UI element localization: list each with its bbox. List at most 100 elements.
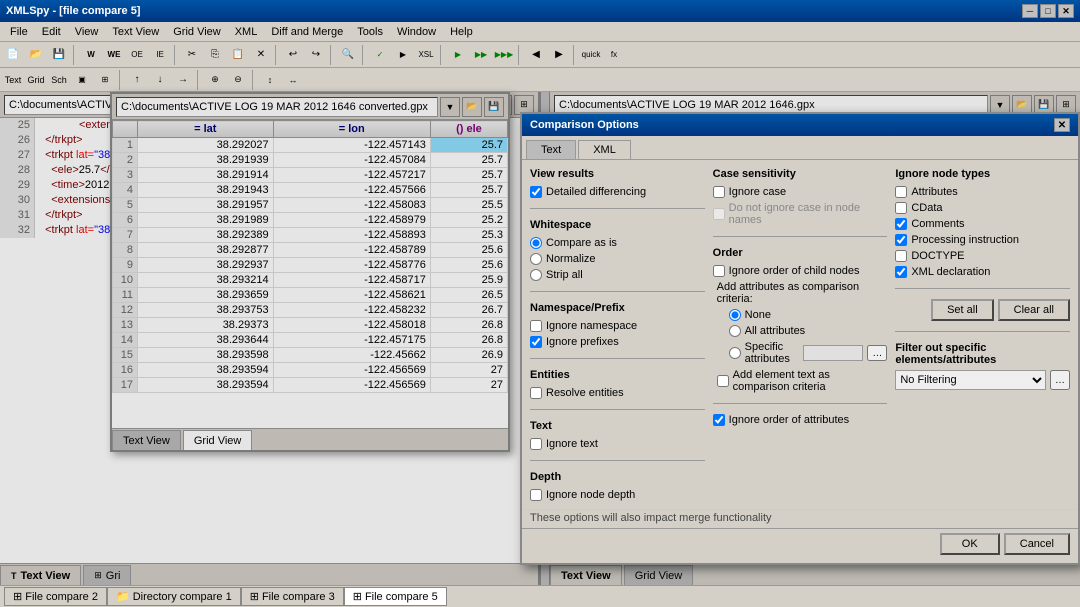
tb-save[interactable]: 💾 (48, 44, 70, 66)
menu-grid-view[interactable]: Grid View (167, 24, 226, 40)
none-label: None (745, 309, 771, 321)
dialog-close-button[interactable]: ✕ (1054, 118, 1070, 132)
filter-extra-btn[interactable]: … (1050, 370, 1070, 390)
compare-as-is-radio[interactable] (530, 237, 542, 249)
menu-text-view[interactable]: Text View (106, 24, 165, 40)
cdata-row: CData (895, 202, 1070, 214)
tab-file-compare-2[interactable]: ⊞ File compare 2 (4, 587, 107, 606)
processing-instruction-row: Processing instruction (895, 234, 1070, 246)
ignore-child-nodes-checkbox[interactable] (713, 265, 725, 277)
attributes-label: Attributes (911, 186, 957, 198)
cancel-button[interactable]: Cancel (1004, 533, 1070, 555)
tb2-schema[interactable]: Sch (48, 69, 70, 91)
tb2-b2[interactable]: ⊞ (94, 69, 116, 91)
tb-prev[interactable]: ◀ (525, 44, 547, 66)
strip-all-radio[interactable] (530, 269, 542, 281)
add-element-text-checkbox[interactable] (717, 375, 729, 387)
menu-window[interactable]: Window (391, 24, 442, 40)
tab-file-compare-5[interactable]: ⊞ File compare 5 (344, 587, 447, 606)
tb-new[interactable]: 📄 (2, 44, 24, 66)
tb2-b4[interactable]: ↓ (149, 69, 171, 91)
cdata-checkbox[interactable] (895, 202, 907, 214)
ok-button[interactable]: OK (940, 533, 1000, 555)
set-all-button[interactable]: Set all (931, 299, 994, 321)
tb-quick[interactable]: quick (580, 44, 602, 66)
normalize-radio[interactable] (530, 253, 542, 265)
tb-delete[interactable]: ✕ (250, 44, 272, 66)
xml-declaration-checkbox[interactable] (895, 266, 907, 278)
do-not-ignore-checkbox[interactable] (713, 208, 725, 220)
tb2-grid[interactable]: Grid (25, 69, 47, 91)
dialog-tabs: Text XML (522, 136, 1078, 160)
ignore-node-depth-checkbox[interactable] (530, 489, 542, 501)
resolve-entities-checkbox[interactable] (530, 387, 542, 399)
ignore-namespace-checkbox[interactable] (530, 320, 542, 332)
xml-declaration-label: XML declaration (911, 266, 990, 278)
tb-validate[interactable]: ▶ (392, 44, 414, 66)
tb2-b8[interactable]: ↕ (259, 69, 281, 91)
tb2-b9[interactable]: ↔ (282, 69, 304, 91)
tb-undo[interactable]: ↩ (282, 44, 304, 66)
tb-b3[interactable]: ▶▶▶ (493, 44, 515, 66)
menu-file[interactable]: File (4, 24, 34, 40)
specific-attributes-radio[interactable] (729, 347, 741, 359)
tab-directory-compare-1[interactable]: 📁 Directory compare 1 (107, 587, 241, 606)
maximize-button[interactable]: □ (1040, 4, 1056, 18)
filter-select[interactable]: No Filtering (895, 370, 1046, 390)
ignore-case-label: Ignore case (729, 186, 786, 198)
processing-instruction-checkbox[interactable] (895, 234, 907, 246)
dialog-tab-xml[interactable]: XML (578, 140, 631, 159)
tb-fx[interactable]: fx (603, 44, 625, 66)
menu-view[interactable]: View (69, 24, 105, 40)
detailed-differencing-checkbox[interactable] (530, 186, 542, 198)
tb-paste[interactable]: 📋 (227, 44, 249, 66)
dialog-tab-text[interactable]: Text (526, 140, 576, 159)
tab-file-compare-3[interactable]: ⊞ File compare 3 (241, 587, 344, 606)
specific-attributes-input[interactable] (803, 345, 863, 361)
tb-check-wf[interactable]: ✓ (369, 44, 391, 66)
tb-open[interactable]: 📂 (25, 44, 47, 66)
tb-copy[interactable]: ⎘ (204, 44, 226, 66)
none-radio[interactable] (729, 309, 741, 321)
tb-xslt[interactable]: XSL (415, 44, 437, 66)
close-button[interactable]: ✕ (1058, 4, 1074, 18)
tb-redo[interactable]: ↪ (305, 44, 327, 66)
menu-help[interactable]: Help (444, 24, 479, 40)
toolbar-1: 📄 📂 💾 W WE OE IE ✂ ⎘ 📋 ✕ ↩ ↪ 🔍 ✓ ▶ XSL ▶… (0, 42, 1080, 68)
ignore-order-attributes-checkbox[interactable] (713, 414, 725, 426)
doctype-checkbox[interactable] (895, 250, 907, 262)
tb2-b5[interactable]: → (172, 69, 194, 91)
tb2-text[interactable]: Text (2, 69, 24, 91)
tb-ie[interactable]: IE (149, 44, 171, 66)
tb-we[interactable]: WE (103, 44, 125, 66)
file-compare-3-icon: ⊞ (250, 590, 259, 603)
menu-edit[interactable]: Edit (36, 24, 67, 40)
minimize-button[interactable]: ─ (1022, 4, 1038, 18)
ignore-prefixes-checkbox[interactable] (530, 336, 542, 348)
tb-b1[interactable]: ▶ (447, 44, 469, 66)
tb-b2[interactable]: ▶▶ (470, 44, 492, 66)
tb2-b7[interactable]: ⊖ (227, 69, 249, 91)
tb-find[interactable]: 🔍 (337, 44, 359, 66)
tb-oe[interactable]: OE (126, 44, 148, 66)
tb-sep-8 (573, 45, 577, 65)
all-attributes-radio[interactable] (729, 325, 741, 337)
comments-checkbox[interactable] (895, 218, 907, 230)
sep-3 (530, 358, 705, 359)
attributes-checkbox[interactable] (895, 186, 907, 198)
specific-attributes-btn[interactable]: … (867, 345, 887, 361)
add-attributes-row: Add attributes as comparison criteria: (717, 281, 888, 305)
menu-diff-merge[interactable]: Diff and Merge (265, 24, 349, 40)
doctype-row: DOCTYPE (895, 250, 1070, 262)
clear-all-button[interactable]: Clear all (998, 299, 1070, 321)
tb2-b6[interactable]: ⊕ (204, 69, 226, 91)
tb-w[interactable]: W (80, 44, 102, 66)
ignore-text-checkbox[interactable] (530, 438, 542, 450)
menu-xml[interactable]: XML (229, 24, 264, 40)
tb2-b1[interactable]: ▣ (71, 69, 93, 91)
tb-next[interactable]: ▶ (548, 44, 570, 66)
ignore-case-checkbox[interactable] (713, 186, 725, 198)
menu-tools[interactable]: Tools (351, 24, 389, 40)
tb-cut[interactable]: ✂ (181, 44, 203, 66)
tb2-b3[interactable]: ↑ (126, 69, 148, 91)
